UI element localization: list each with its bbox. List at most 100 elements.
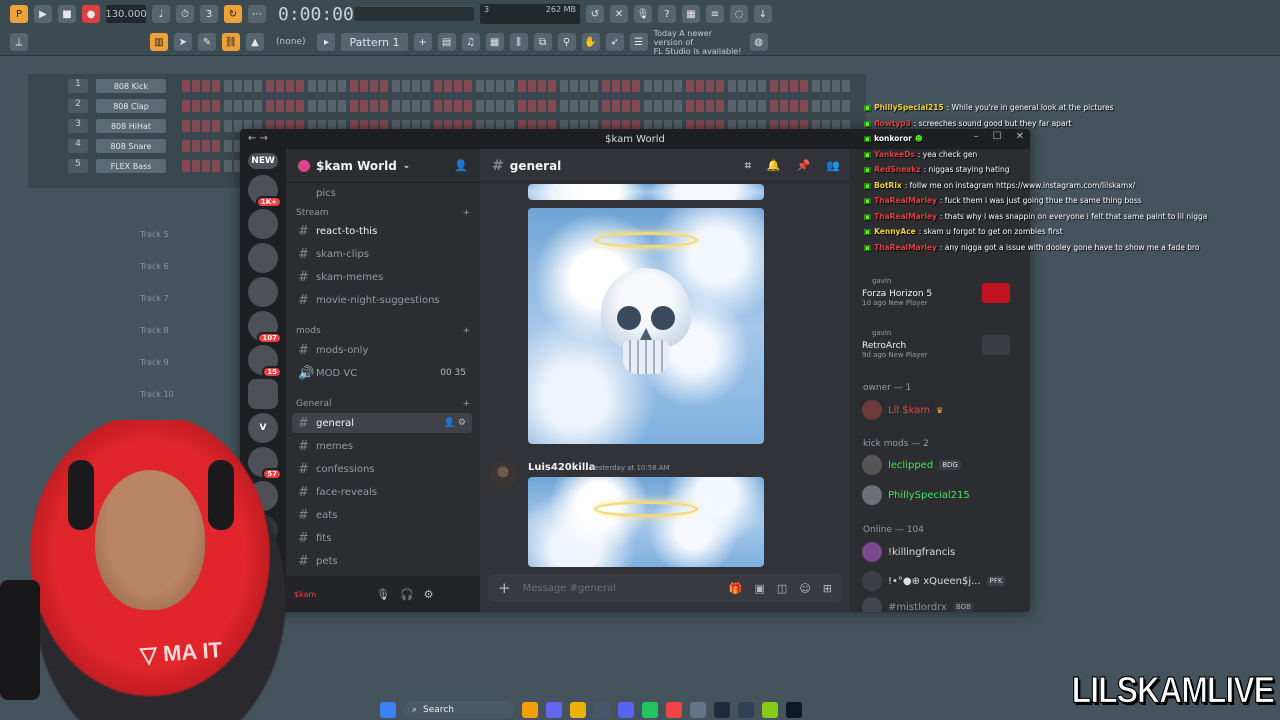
- fl-studio-icon[interactable]: [642, 702, 658, 718]
- pin-icon[interactable]: 📌: [797, 159, 811, 173]
- step-sequencer[interactable]: [182, 80, 852, 92]
- stop-icon[interactable]: ■: [58, 5, 76, 23]
- chat-icon[interactable]: ◌: [730, 5, 748, 23]
- message-input[interactable]: Message #general: [523, 583, 717, 594]
- add-channel-icon[interactable]: +: [462, 208, 470, 218]
- pattern-add-icon[interactable]: +: [413, 33, 432, 51]
- browser-window-icon[interactable]: ⧉: [533, 33, 552, 51]
- channel-name[interactable]: 808 HiHat: [96, 119, 166, 133]
- pencil-icon[interactable]: ✎: [198, 33, 216, 51]
- channel-name[interactable]: 808 Snare: [96, 139, 166, 153]
- new-badge[interactable]: NEW: [248, 153, 278, 169]
- countdown-icon[interactable]: 3: [200, 5, 218, 23]
- add-channel-icon[interactable]: +: [462, 399, 470, 409]
- taskbar-app-icon[interactable]: [522, 702, 538, 718]
- server-icon[interactable]: [248, 277, 278, 307]
- taskbar-search[interactable]: ⌕ Search: [404, 701, 514, 719]
- arrow-icon[interactable]: ➤: [174, 33, 192, 51]
- track-label[interactable]: Track 10: [140, 390, 174, 399]
- channel-item[interactable]: # pets: [292, 551, 472, 571]
- none-selector[interactable]: (none): [270, 33, 311, 51]
- tempo-tap-icon[interactable]: ➶: [605, 33, 624, 51]
- settings-gear-icon[interactable]: ⚙: [424, 588, 434, 601]
- message-author[interactable]: Luis420killa: [528, 462, 595, 473]
- channel-item[interactable]: # face-reveals: [292, 482, 472, 502]
- undo-icon[interactable]: ↺: [586, 5, 604, 23]
- copilot-icon[interactable]: [546, 702, 562, 718]
- sticker-icon[interactable]: ◫: [777, 582, 787, 595]
- taskbar-app-icon[interactable]: [762, 702, 778, 718]
- channel-name[interactable]: FLEX Bass: [96, 159, 166, 173]
- stamp-icon[interactable]: ▲: [246, 33, 264, 51]
- apps-icon[interactable]: ⊞: [823, 582, 832, 595]
- windows-start-icon[interactable]: [380, 702, 396, 718]
- channel-name[interactable]: 808 Kick: [96, 79, 166, 93]
- tempo-display[interactable]: 130.000: [105, 5, 147, 23]
- track-label[interactable]: Track 6: [140, 262, 169, 271]
- threads-icon[interactable]: ⌗: [745, 159, 751, 173]
- channel-item-active[interactable]: # general 👤 ⚙: [292, 413, 472, 433]
- download-icon[interactable]: ↓: [754, 5, 772, 23]
- playlist-icon[interactable]: ▥: [150, 33, 168, 51]
- channel-item[interactable]: # react-to-this: [292, 221, 472, 241]
- emoji-icon[interactable]: ☺: [799, 582, 810, 595]
- member-item[interactable]: !killingfrancis: [862, 541, 955, 563]
- channel-item[interactable]: # fits: [292, 528, 472, 548]
- server-icon[interactable]: [248, 243, 278, 273]
- playlist-window-icon[interactable]: ▤: [437, 33, 456, 51]
- channel-item[interactable]: # skam-clips: [292, 244, 472, 264]
- server-icon[interactable]: [248, 209, 278, 239]
- add-friend-icon[interactable]: 👤: [454, 159, 468, 172]
- taskbar-app-icon[interactable]: [738, 702, 754, 718]
- plugin-icon[interactable]: ⚲: [557, 33, 576, 51]
- play-icon[interactable]: ▶: [34, 5, 52, 23]
- gif-icon[interactable]: ▣: [755, 582, 765, 595]
- category-stream[interactable]: Stream +: [296, 208, 470, 218]
- touch-icon[interactable]: ✋: [581, 33, 600, 51]
- globe-icon[interactable]: ◍: [749, 33, 768, 51]
- news-icon[interactable]: ☰: [629, 33, 648, 51]
- metronome-icon[interactable]: ♩: [152, 5, 170, 23]
- brave-icon[interactable]: [666, 702, 682, 718]
- server-icon[interactable]: 107: [248, 311, 282, 344]
- category-mods[interactable]: mods +: [296, 326, 470, 336]
- channel-item[interactable]: # eats: [292, 505, 472, 525]
- member-item[interactable]: !•°●⊕ xQueen$j... PFK: [862, 570, 1006, 592]
- channel-item[interactable]: # mods-only: [292, 340, 472, 360]
- message-image-partial[interactable]: [528, 184, 764, 200]
- members-icon[interactable]: 👥: [826, 159, 840, 173]
- pattern-selector[interactable]: Pattern 1: [341, 33, 408, 51]
- taskbar-app-icon[interactable]: [786, 702, 802, 718]
- mixer-window-icon[interactable]: ⫼: [509, 33, 528, 51]
- microphone-icon[interactable]: 🎙: [376, 588, 390, 601]
- user-name[interactable]: $kam: [294, 590, 366, 599]
- channel-item[interactable]: # confessions: [292, 459, 472, 479]
- channel-rack-icon[interactable]: ▦: [485, 33, 504, 51]
- avatar[interactable]: [490, 462, 516, 488]
- back-arrow-icon[interactable]: ← →: [248, 133, 268, 144]
- tools-icon[interactable]: ✕: [610, 5, 628, 23]
- track-label[interactable]: Track 7: [140, 294, 169, 303]
- gift-icon[interactable]: 🎁: [729, 582, 743, 595]
- store-icon[interactable]: [594, 702, 610, 718]
- member-item[interactable]: PhillySpecial215: [862, 484, 970, 506]
- piano-roll-icon[interactable]: ♫: [461, 33, 480, 51]
- channel-item[interactable]: # movie-night-suggestions: [292, 290, 472, 310]
- category-general[interactable]: General +: [296, 399, 470, 409]
- member-item[interactable]: leclipped BDG: [862, 454, 961, 476]
- discord-icon[interactable]: [618, 702, 634, 718]
- help-icon[interactable]: ?: [658, 5, 676, 23]
- member-item[interactable]: Lil $kam ♛: [862, 399, 943, 421]
- track-label[interactable]: Track 8: [140, 326, 169, 335]
- member-activity[interactable]: gavin RetroArch 9d ago New Player: [862, 329, 1022, 369]
- loop-record-icon[interactable]: ↻: [224, 5, 242, 23]
- attach-plus-icon[interactable]: +: [498, 579, 511, 597]
- cpu-icon[interactable]: ▦: [682, 5, 700, 23]
- channel-row[interactable]: 2 808 Clap: [28, 97, 866, 115]
- bell-icon[interactable]: 🔔: [767, 159, 781, 173]
- mixer-icon[interactable]: ≡: [706, 5, 724, 23]
- server-icon[interactable]: 15: [248, 345, 282, 378]
- pattern-prev-icon[interactable]: ▸: [317, 33, 336, 51]
- steam-icon[interactable]: [714, 702, 730, 718]
- headphones-icon[interactable]: 🎧: [400, 588, 414, 601]
